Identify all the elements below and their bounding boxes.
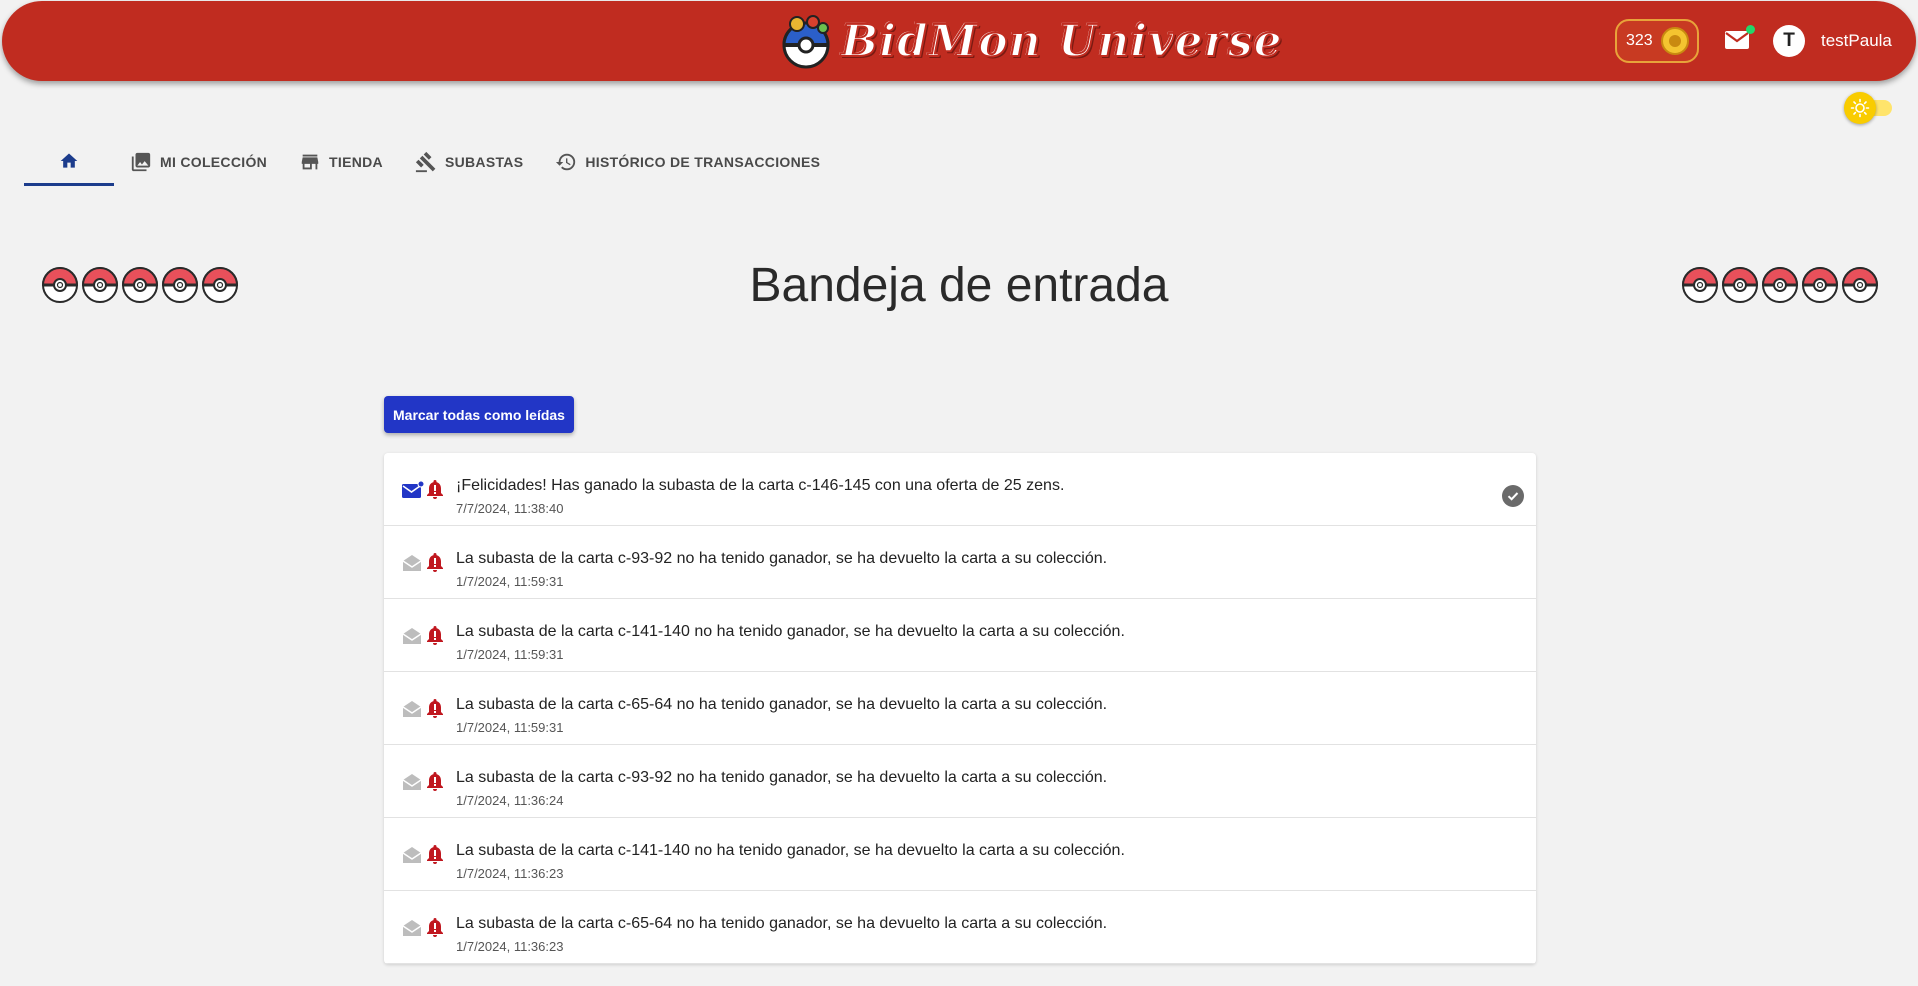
tab-historico[interactable]: HISTÓRICO DE TRANSACCIONES <box>539 138 836 186</box>
mail-open-icon <box>402 774 422 790</box>
message-row[interactable]: La subasta de la carta c-93-92 no ha ten… <box>384 745 1536 818</box>
message-row[interactable]: La subasta de la carta c-141-140 no ha t… <box>384 818 1536 891</box>
message-row[interactable]: La subasta de la carta c-93-92 no ha ten… <box>384 526 1536 599</box>
username[interactable]: testPaula <box>1821 31 1892 51</box>
notification-alert-icon <box>427 772 443 791</box>
coin-balance[interactable]: 323 <box>1615 19 1699 63</box>
message-date: 1/7/2024, 11:59:31 <box>456 647 564 662</box>
avatar[interactable]: T <box>1773 25 1805 57</box>
notification-alert-icon <box>427 480 443 499</box>
tab-tienda[interactable]: TIENDA <box>283 138 399 186</box>
sun-icon <box>1844 92 1876 124</box>
theme-toggle[interactable] <box>1844 92 1892 124</box>
notification-alert-icon <box>427 699 443 718</box>
tab-subastas[interactable]: SUBASTAS <box>399 138 539 186</box>
history-icon <box>556 153 576 171</box>
mark-all-read-button[interactable]: Marcar todas como leídas <box>384 396 574 433</box>
mail-open-icon <box>402 628 422 644</box>
message-row[interactable]: La subasta de la carta c-141-140 no ha t… <box>384 599 1536 672</box>
page-title: Bandeja de entrada <box>749 259 1169 312</box>
mail-open-icon <box>402 847 422 863</box>
gavel-icon <box>415 151 436 173</box>
logo-pokeball-icon <box>782 15 830 69</box>
mail-open-icon <box>402 701 422 717</box>
message-text: ¡Felicidades! Has ganado la subasta de l… <box>456 477 1065 494</box>
message-text: La subasta de la carta c-141-140 no ha t… <box>456 842 1125 859</box>
message-row[interactable]: La subasta de la carta c-65-64 no ha ten… <box>384 891 1536 964</box>
bidmon-logo[interactable]: BidMon Universe <box>777 9 1283 73</box>
message-date: 7/7/2024, 11:38:40 <box>456 501 564 516</box>
top-app-bar: BidMon Universe 323 T testPaula <box>2 1 1916 81</box>
message-date: 1/7/2024, 11:59:31 <box>456 574 564 589</box>
tab-label: MI COLECCIÓN <box>160 154 268 170</box>
mark-read-check-icon[interactable] <box>1502 485 1524 507</box>
tab-label: HISTÓRICO DE TRANSACCIONES <box>585 154 821 170</box>
tab-label: TIENDA <box>329 154 383 170</box>
notification-alert-icon <box>427 626 443 645</box>
message-row[interactable]: La subasta de la carta c-65-64 no ha ten… <box>384 672 1536 745</box>
logo-text: BidMon Universe <box>840 15 1283 68</box>
message-date: 1/7/2024, 11:36:23 <box>456 866 564 881</box>
tab-home[interactable] <box>24 138 114 186</box>
photo-library-icon <box>131 152 151 172</box>
message-date: 1/7/2024, 11:36:23 <box>456 939 564 954</box>
message-date: 1/7/2024, 11:36:24 <box>456 793 564 808</box>
message-text: La subasta de la carta c-93-92 no ha ten… <box>456 769 1108 786</box>
tab-label: SUBASTAS <box>444 154 524 170</box>
tab-mi-coleccion[interactable]: MI COLECCIÓN <box>114 138 283 186</box>
mail-open-icon <box>402 555 422 571</box>
coin-count: 323 <box>1626 32 1653 49</box>
coin-icon <box>1660 27 1689 55</box>
message-text: La subasta de la carta c-93-92 no ha ten… <box>456 550 1108 567</box>
store-icon <box>301 154 319 170</box>
notification-alert-icon <box>427 918 443 937</box>
message-text: La subasta de la carta c-65-64 no ha ten… <box>456 696 1108 713</box>
notification-alert-icon <box>427 553 443 572</box>
message-text: La subasta de la carta c-141-140 no ha t… <box>456 623 1125 640</box>
inbox-list: ¡Felicidades! Has ganado la subasta de l… <box>384 453 1536 964</box>
main-nav-tabs: MI COLECCIÓN TIENDA SUBASTAS HISTÓRICO D… <box>24 138 836 186</box>
message-date: 1/7/2024, 11:59:31 <box>456 720 564 735</box>
notification-alert-icon <box>427 845 443 864</box>
unread-indicator-dot <box>1746 25 1755 34</box>
mail-open-icon <box>402 920 422 936</box>
mail-unread-icon <box>402 481 424 498</box>
message-row[interactable]: ¡Felicidades! Has ganado la subasta de l… <box>384 453 1536 526</box>
message-text: La subasta de la carta c-65-64 no ha ten… <box>456 915 1108 932</box>
home-icon <box>60 153 78 168</box>
